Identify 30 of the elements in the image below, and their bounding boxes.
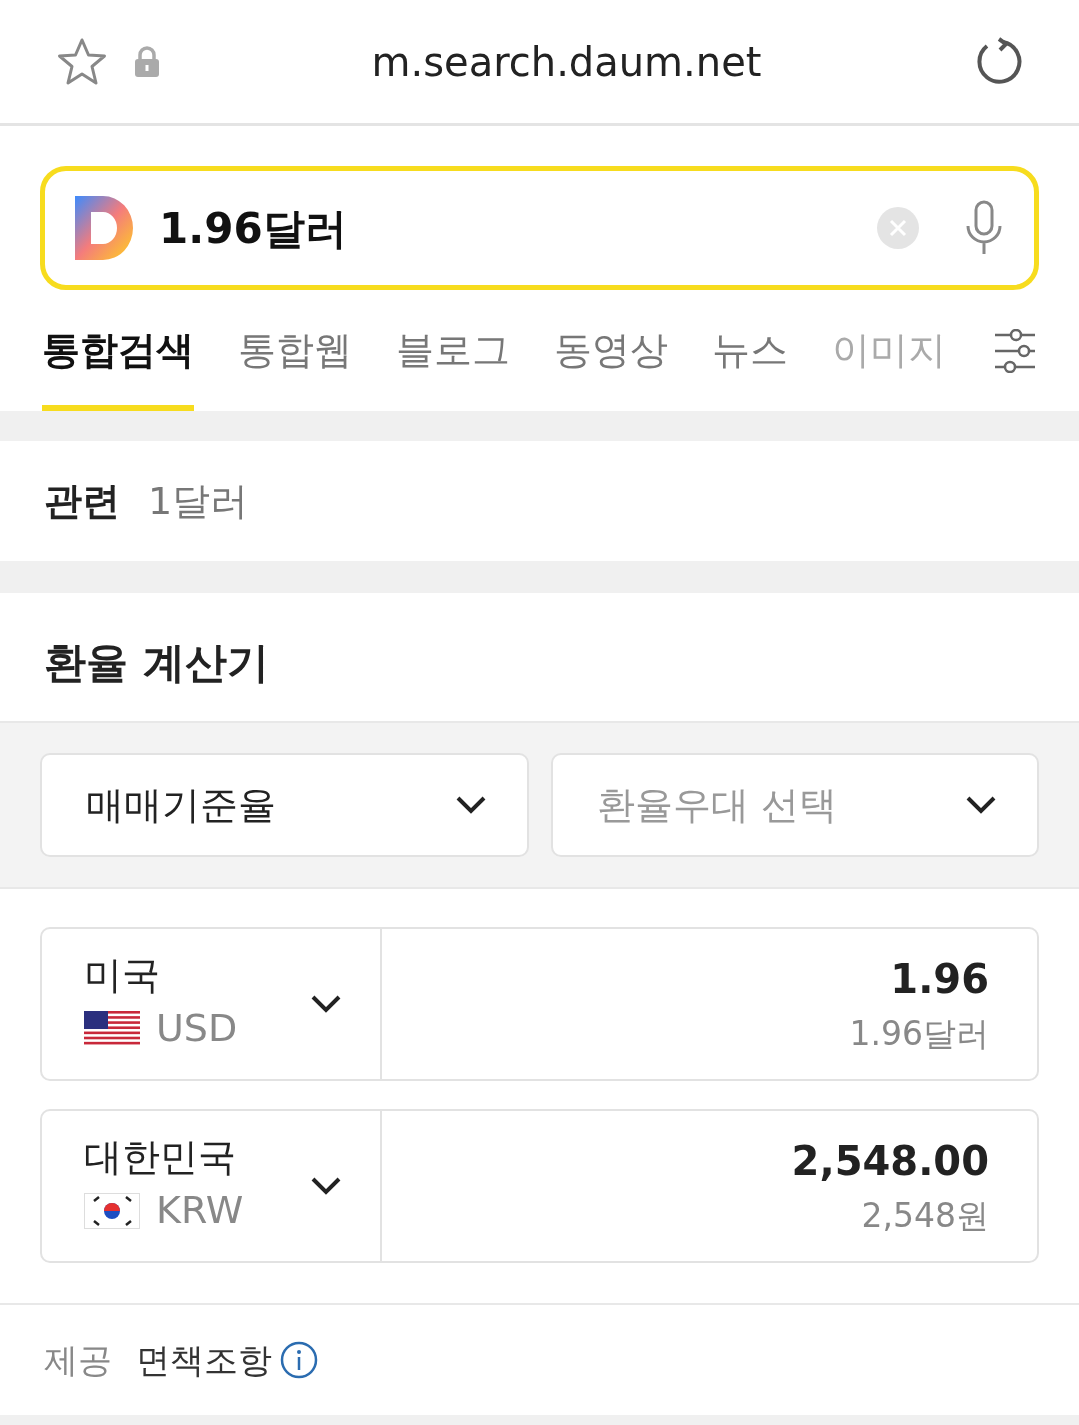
currency-selector[interactable]: 미국 USD [42, 929, 382, 1079]
amount-text: 2,548원 [861, 1195, 989, 1238]
logo-icon [75, 196, 135, 260]
tab[interactable]: 뉴스 [712, 322, 788, 411]
star-icon[interactable] [56, 36, 108, 87]
disclaimer-link[interactable]: 면책조항 [136, 1334, 272, 1386]
info-icon[interactable] [280, 1341, 318, 1379]
flag-icon [84, 1010, 140, 1047]
flag-icon [84, 1192, 140, 1229]
amount-text: 1.96달러 [849, 1013, 989, 1056]
tab[interactable]: 동영상 [554, 322, 668, 411]
dropdown[interactable]: 매매기준율 [40, 753, 529, 857]
chevron-down-icon [965, 795, 997, 815]
tab[interactable]: 통합웹 [238, 322, 352, 411]
chevron-down-icon [310, 1176, 342, 1196]
section-title: 환율 계산기 [44, 638, 269, 687]
query-text: 1.96달러 [159, 202, 348, 255]
amount-input[interactable]: 2,548.00 [791, 1131, 989, 1192]
related-label: 관련 [44, 477, 120, 525]
filter-icon[interactable] [993, 329, 1037, 373]
search-field[interactable]: 1.96달러 [40, 166, 1039, 290]
chevron-down-icon [310, 994, 342, 1014]
chevron-down-icon [454, 795, 487, 815]
tab[interactable]: 통합검색 [42, 322, 194, 411]
microphone-icon[interactable] [964, 200, 1004, 256]
provider-label: 제공 [44, 1338, 112, 1382]
amount-input[interactable]: 1.96 [890, 949, 989, 1010]
tab[interactable]: 블로그 [396, 322, 510, 411]
currency-selector[interactable]: 대한민국 KRW [42, 1111, 382, 1261]
related-link[interactable]: 1달러 [148, 472, 249, 530]
